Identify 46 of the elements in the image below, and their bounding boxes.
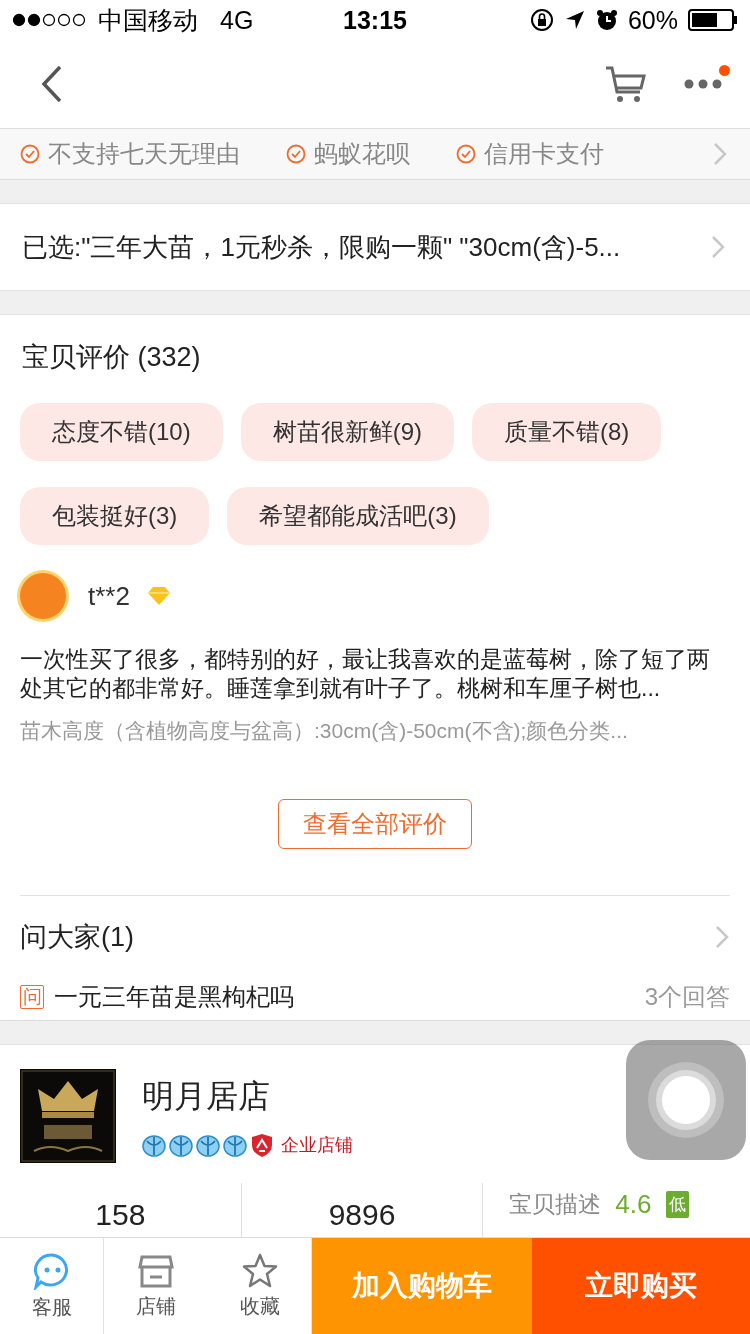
shield-icon <box>251 1132 273 1158</box>
assistive-touch-icon <box>646 1060 726 1140</box>
guarantee-label: 不支持七天无理由 <box>48 139 240 169</box>
network-type: 4G <box>220 5 254 35</box>
answer-count: 3个回答 <box>644 982 730 1012</box>
section-title: 宝贝评价 <box>22 342 130 372</box>
review-tag[interactable]: 希望都能成活吧(3) <box>227 487 489 545</box>
rating-score: 4.6 <box>615 1188 652 1220</box>
guarantee-label: 蚂蚁花呗 <box>314 139 410 169</box>
review-tag[interactable]: 质量不错(8) <box>472 403 662 461</box>
review-tag[interactable]: 态度不错(10) <box>20 403 223 461</box>
chevron-right-icon <box>712 142 728 166</box>
shop-name[interactable]: 明月居店 <box>142 1074 353 1119</box>
rating-label: 宝贝描述 <box>509 1189 602 1219</box>
guarantee-label: 信用卡支付 <box>484 139 604 169</box>
shop-type: 企业店铺 <box>281 1134 353 1157</box>
clock-time: 13:15 <box>343 5 407 35</box>
chevron-right-icon <box>710 235 726 259</box>
review-count: (332) <box>137 342 201 372</box>
review-text: 一次性买了很多，都特别的好，最让我喜欢的是蓝莓树，除了短了两处其它的都非常好。睡莲拿到就有叶子了。桃树和车厘子树也... <box>20 645 711 703</box>
more-icon <box>684 79 722 89</box>
rotation-lock-icon <box>529 8 554 32</box>
diamond-icon <box>145 585 172 607</box>
chat-bubble-icon <box>32 1251 71 1290</box>
review-spec-text: 苗木高度（含植物高度与盆高）:30cm(含)-50cm(不含);颜色分类... <box>20 718 629 744</box>
carrier-name: 中国移动 <box>98 4 198 36</box>
check-circle-icon <box>286 144 306 164</box>
rating-level: 低 <box>665 1190 689 1218</box>
alarm-icon <box>595 9 618 31</box>
check-circle-icon <box>456 144 476 164</box>
question-text[interactable]: 一元三年苗是黑枸杞吗 <box>54 981 635 1013</box>
user-avatar <box>20 573 66 619</box>
chevron-right-icon <box>714 925 730 949</box>
assistive-touch-button[interactable] <box>626 1040 746 1160</box>
user-name: t**2 <box>88 580 130 612</box>
signal-icon <box>12 11 88 29</box>
back-icon <box>40 65 64 103</box>
section-title: 问大家(1) <box>20 921 135 954</box>
star-icon <box>241 1252 278 1289</box>
battery-percent: 60% <box>627 5 678 35</box>
review-tag[interactable]: 树苗很新鲜(9) <box>240 403 455 461</box>
battery-icon <box>688 9 738 31</box>
question-badge: 问 <box>20 985 44 1009</box>
review-tag[interactable]: 包装挺好(3) <box>20 487 210 545</box>
check-circle-icon <box>20 144 40 164</box>
cart-icon <box>604 64 646 104</box>
